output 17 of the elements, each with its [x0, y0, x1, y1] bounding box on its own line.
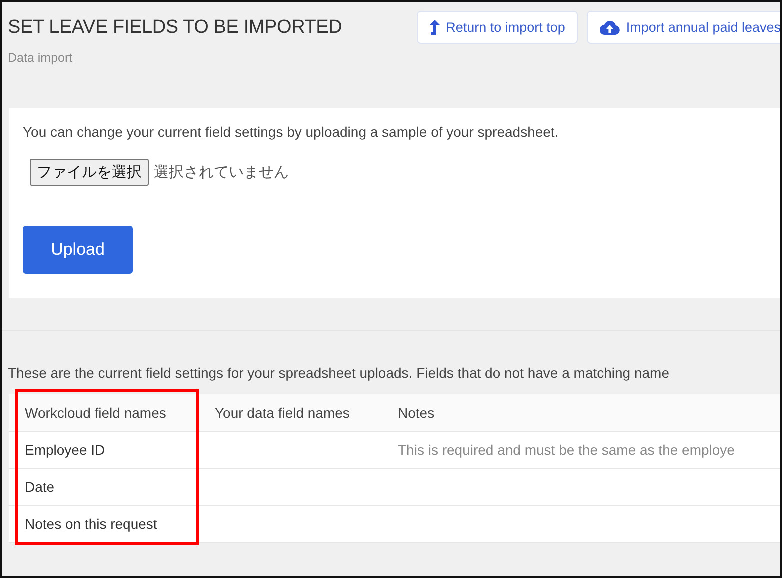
column-header: Your data field names	[199, 394, 382, 432]
column-header: Notes	[382, 394, 780, 432]
table-cell: Employee ID	[9, 432, 199, 469]
page-title: SET LEAVE FIELDS TO BE IMPORTED	[8, 17, 342, 39]
instruction-text: You can change your current field settings by uploading a sample of your spreadsheet.	[23, 124, 559, 140]
settings-description: These are the current field settings for your spreadsheet uploads. Fields that do not have a matching name	[8, 365, 670, 381]
table-cell: Notes on this request	[9, 506, 199, 543]
choose-file-button[interactable]: ファイルを選択	[30, 159, 149, 186]
column-header: Workcloud field names	[9, 394, 199, 432]
table-cell: This is required and must be the same as the employe	[382, 432, 780, 469]
breadcrumb: Data import	[8, 51, 74, 65]
return-button[interactable]: Return to import top	[417, 11, 578, 44]
table-cell: Date	[9, 469, 199, 506]
arrow-up-icon	[430, 20, 440, 35]
cloud-upload-icon	[600, 20, 620, 35]
file-status: 選択されていません	[154, 163, 289, 182]
upload-button[interactable]: Upload	[23, 226, 133, 274]
